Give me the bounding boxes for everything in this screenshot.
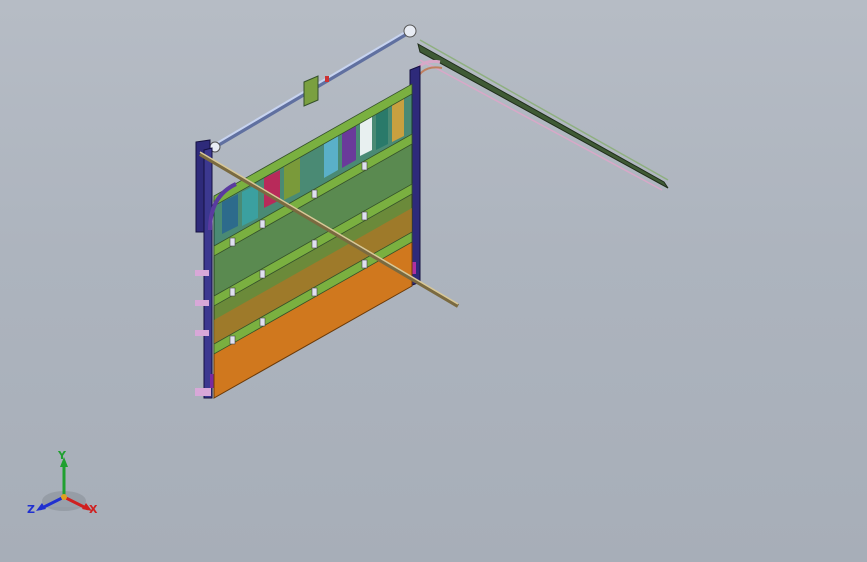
triad-y-label: Y	[58, 449, 66, 462]
triad-z-label: Z	[27, 503, 35, 516]
garage-door-model[interactable]	[0, 0, 867, 562]
graphics-viewport[interactable]: Y X Z	[0, 0, 867, 562]
triad-x-label: X	[89, 503, 98, 516]
overhead-track[interactable]	[410, 39, 669, 191]
orientation-triad[interactable]: Y X Z	[20, 445, 110, 525]
